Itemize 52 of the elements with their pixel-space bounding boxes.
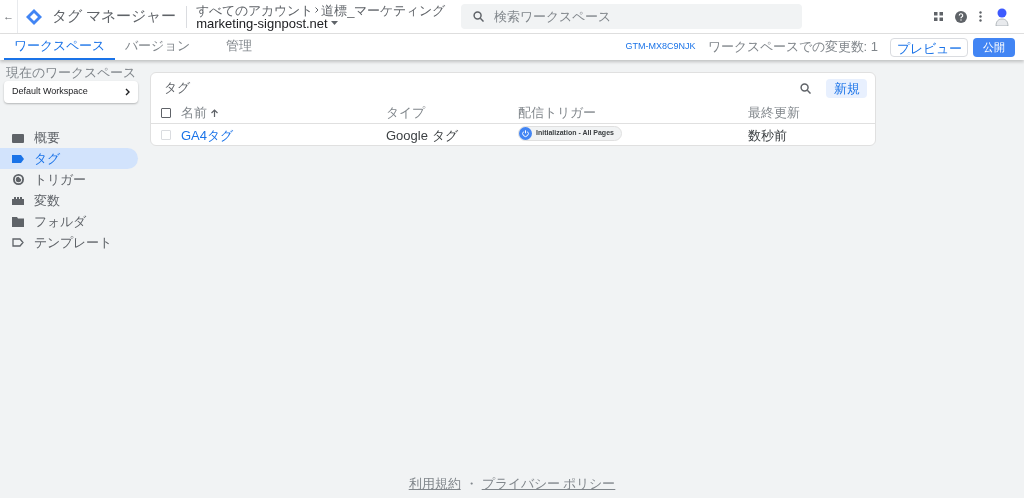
publish-button[interactable]: 公開 (973, 37, 1015, 57)
sidebar-item[interactable]: タグ (0, 148, 138, 169)
blocks-icon (12, 196, 24, 205)
new-button[interactable]: 新規 (826, 78, 867, 98)
nav-tab[interactable]: 管理 (216, 34, 262, 60)
search-field[interactable]: 検索ワークスペース (461, 4, 803, 29)
app-title: タグ マネージャー (52, 6, 177, 27)
trigger-icon (12, 174, 24, 185)
container-id-link[interactable]: GTM-MX8C9NJK (625, 40, 696, 54)
sidebar-item[interactable]: 概要 (0, 127, 138, 148)
caret-icon[interactable] (330, 21, 338, 25)
select-all-checkbox[interactable] (161, 108, 171, 118)
preview-button[interactable]: プレビュー (890, 37, 968, 57)
apps-grid-icon[interactable] (934, 12, 943, 21)
help-icon[interactable] (955, 10, 967, 23)
terms-link[interactable]: 利用規約 (408, 474, 461, 494)
row-checkbox[interactable] (161, 129, 171, 140)
table-cell: 数秒前 (748, 127, 787, 143)
column-header: 最終更新 (748, 104, 800, 123)
separator: ・ (464, 475, 478, 493)
sort-arrow-icon[interactable] (211, 109, 218, 117)
column-header[interactable]: 名前 (181, 103, 207, 123)
nav-tab[interactable]: バージョン (115, 34, 200, 60)
search-icon[interactable] (800, 82, 811, 94)
column-header: タイプ (386, 104, 425, 123)
chevron-right-icon (125, 88, 130, 96)
chevron-icon (315, 7, 320, 13)
avatar-icon[interactable] (994, 7, 1010, 26)
search-icon (473, 11, 485, 22)
container-name[interactable]: marketing-signpost.net (196, 16, 328, 30)
template-icon (12, 238, 24, 247)
privacy-link[interactable]: プライバシー ポリシー (481, 474, 616, 494)
sidebar-item[interactable]: 変数 (0, 190, 138, 211)
folder-icon (12, 216, 24, 227)
changes-count: ワークスペースでの変更数: 1 (707, 38, 878, 57)
sidebar-item[interactable]: フォルダ (0, 211, 138, 232)
table-cell: Google タグ (386, 127, 458, 143)
nav-tab[interactable]: ワークスペース (4, 34, 115, 60)
breadcrumb-link[interactable]: 道標_マーケティング (321, 3, 446, 17)
card-title: タグ (164, 79, 190, 98)
workspace-selector[interactable]: Default Workspace (4, 81, 138, 103)
back-button[interactable]: ← (0, 0, 18, 33)
column-header: 配信トリガー (518, 104, 596, 123)
diamond-logo-icon (26, 8, 42, 25)
breadcrumb-link[interactable]: すべてのアカウント (196, 3, 314, 17)
power-icon (519, 126, 532, 140)
sidebar-item[interactable]: トリガー (0, 169, 138, 190)
tag-name-link[interactable]: GA4タグ (181, 127, 233, 143)
sidebar-item[interactable]: テンプレート (0, 232, 138, 253)
more-vert-icon[interactable] (979, 11, 982, 22)
workspace-label: 現在のワークスペース (6, 66, 137, 79)
tag-icon (12, 154, 24, 163)
